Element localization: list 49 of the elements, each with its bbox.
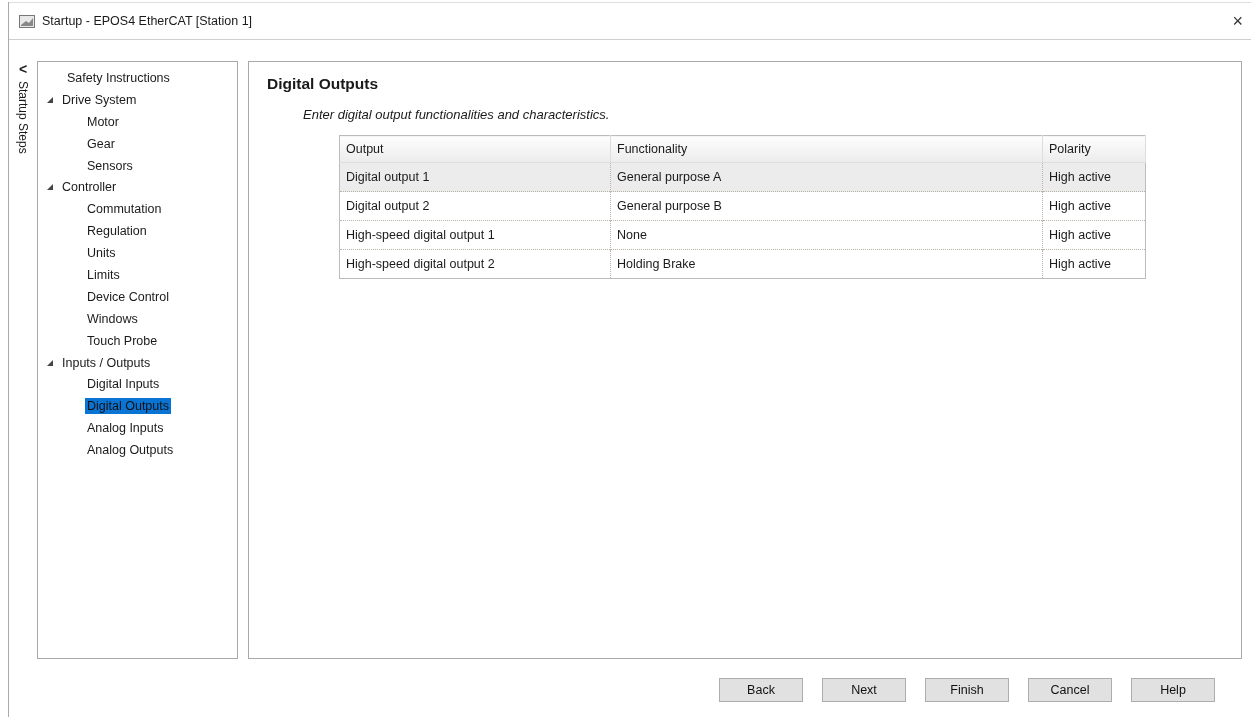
- app-icon: [19, 14, 35, 28]
- polarity-cell: High active: [1042, 220, 1146, 250]
- tree-item[interactable]: Analog Outputs: [85, 442, 176, 459]
- polarity-cell: High active: [1042, 249, 1146, 279]
- dialog-button[interactable]: Next: [822, 678, 906, 702]
- tree-item[interactable]: Drive System: [60, 91, 139, 108]
- polarity-cell: High active: [1042, 191, 1146, 221]
- tree-item[interactable]: Analog Inputs: [85, 420, 166, 437]
- tree-item[interactable]: Inputs / Outputs: [60, 354, 153, 371]
- functionality-cell: Holding Brake: [610, 249, 1043, 279]
- table-row[interactable]: High-speed digital output 2 Holding Brake High active: [339, 249, 1146, 279]
- window-title: Startup - EPOS4 EtherCAT [Station 1]: [42, 14, 253, 28]
- tree-item[interactable]: Device Control: [85, 288, 171, 305]
- close-button[interactable]: ×: [1228, 10, 1247, 32]
- output-cell: Digital output 1: [339, 162, 611, 192]
- tree-item[interactable]: Touch Probe: [85, 332, 160, 349]
- tree-item[interactable]: Limits: [85, 266, 122, 283]
- table-row[interactable]: Digital output 1 General purpose A High active: [339, 162, 1146, 192]
- tree-item[interactable]: Motor: [85, 113, 121, 130]
- tree-item[interactable]: Units: [85, 245, 118, 262]
- output-cell: High-speed digital output 1: [339, 220, 611, 250]
- column-header[interactable]: Output: [339, 135, 611, 163]
- table-row[interactable]: Digital output 2 General purpose B High active: [339, 191, 1146, 221]
- column-header[interactable]: Polarity: [1042, 135, 1146, 163]
- instruction-text: Enter digital output functionalities and characteristics.: [303, 107, 611, 122]
- tree-item[interactable]: Windows: [85, 310, 140, 327]
- tree-item[interactable]: Sensors: [85, 157, 135, 174]
- tree-item[interactable]: Digital Outputs: [85, 398, 171, 415]
- dialog-button[interactable]: Cancel: [1028, 678, 1112, 702]
- tree-item[interactable]: Commutation: [85, 201, 164, 218]
- output-cell: Digital output 2: [339, 191, 611, 221]
- tree-item[interactable]: Controller: [60, 179, 119, 196]
- tree-item[interactable]: Gear: [85, 135, 117, 152]
- functionality-cell: General purpose A: [610, 162, 1043, 192]
- page-heading: Digital Outputs: [267, 75, 380, 93]
- output-cell: High-speed digital output 2: [339, 249, 611, 279]
- functionality-cell: None: [610, 220, 1043, 250]
- functionality-cell: General purpose B: [610, 191, 1043, 221]
- polarity-cell: High active: [1042, 162, 1146, 192]
- tree-item[interactable]: Regulation: [85, 223, 149, 240]
- tree-item[interactable]: Digital Inputs: [85, 376, 162, 393]
- dialog-button[interactable]: Help: [1131, 678, 1215, 702]
- tree-item[interactable]: Safety Instructions: [65, 69, 172, 86]
- column-header[interactable]: Functionality: [610, 135, 1043, 163]
- dialog-button[interactable]: Finish: [925, 678, 1009, 702]
- startup-steps-tab[interactable]: Startup Steps: [16, 81, 30, 154]
- table-row[interactable]: High-speed digital output 1 None High active: [339, 220, 1146, 250]
- collapse-button[interactable]: <: [18, 63, 28, 75]
- dialog-button[interactable]: Back: [719, 678, 803, 702]
